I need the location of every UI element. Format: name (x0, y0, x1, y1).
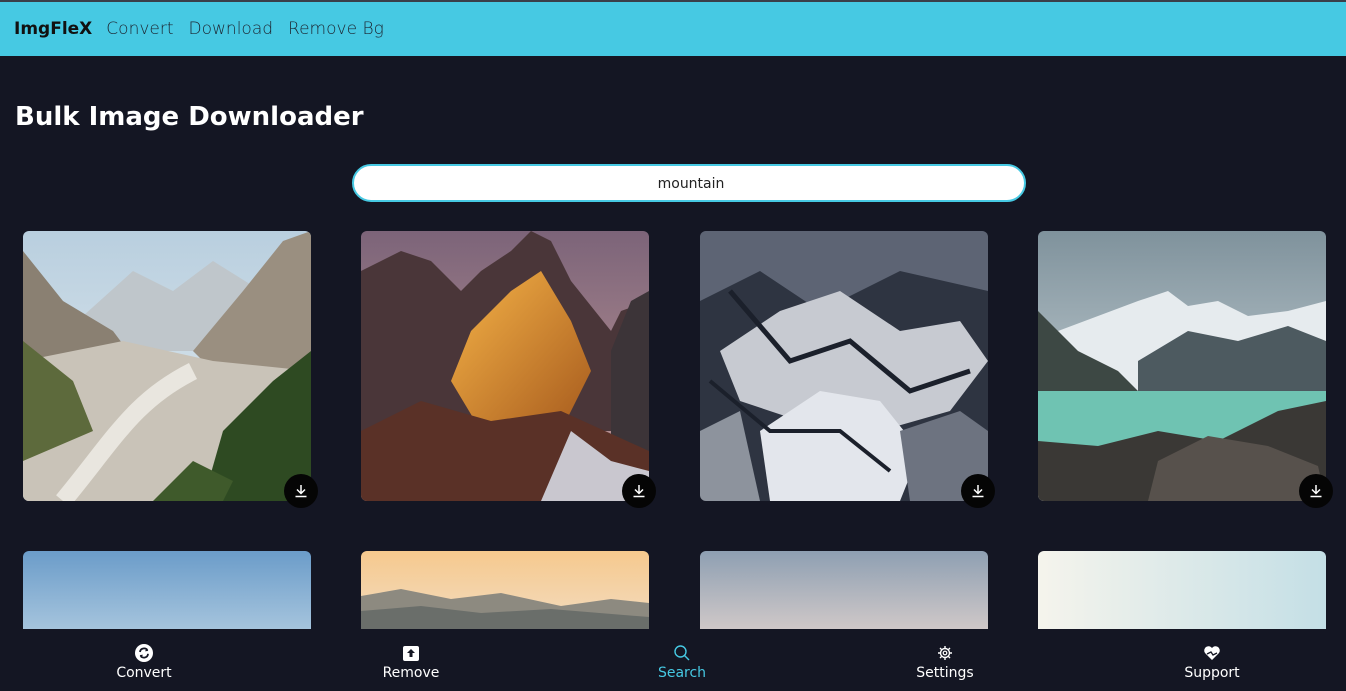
aerial-snow-image (700, 231, 988, 501)
torres-image (361, 231, 649, 501)
bottom-tab-label: Remove (382, 665, 440, 681)
bottom-navigation: Convert Remove Search Settings Support (0, 629, 1346, 691)
bottom-tab-label: Search (657, 665, 707, 681)
image-card-lake[interactable] (1038, 231, 1326, 501)
image-card-sunset-hills[interactable] (361, 551, 649, 629)
download-button-3[interactable] (961, 474, 995, 508)
upload-box-icon (401, 643, 421, 663)
bottom-tab-convert[interactable]: Convert (64, 629, 224, 691)
bottom-tab-settings[interactable]: Settings (865, 629, 1025, 691)
image-card-aerial-snow[interactable] (700, 231, 988, 501)
download-button-4[interactable] (1299, 474, 1333, 508)
nav-link-convert[interactable]: Convert (106, 19, 173, 39)
download-icon (633, 485, 645, 498)
brand-logo[interactable]: ImgFleX (14, 19, 92, 39)
gear-icon (935, 643, 955, 663)
bright-sky-image (1038, 551, 1326, 629)
search-input[interactable] (354, 166, 1028, 202)
nav-link-remove-bg[interactable]: Remove Bg (288, 19, 384, 39)
search-icon (672, 643, 692, 663)
image-card-bright-sky[interactable] (1038, 551, 1326, 629)
bottom-tab-support[interactable]: Support (1132, 629, 1292, 691)
heart-hands-icon (1202, 643, 1222, 663)
bottom-tab-search[interactable]: Search (602, 629, 762, 691)
top-navbar: ImgFleX Convert Download Remove Bg (0, 0, 1346, 56)
image-card-valley[interactable] (23, 231, 311, 501)
sunset-hills-image (361, 551, 649, 629)
image-card-haze[interactable] (700, 551, 988, 629)
bottom-tab-label: Convert (116, 665, 172, 681)
download-icon (295, 485, 307, 498)
convert-icon (134, 643, 154, 663)
bottom-tab-label: Support (1184, 665, 1240, 681)
download-button-2[interactable] (622, 474, 656, 508)
bottom-tab-remove[interactable]: Remove (331, 629, 491, 691)
search-box (352, 164, 1028, 202)
blue-sky-image (23, 551, 311, 629)
image-card-torres[interactable] (361, 231, 649, 501)
download-button-1[interactable] (284, 474, 318, 508)
image-card-blue-sky[interactable] (23, 551, 311, 629)
nav-link-download[interactable]: Download (189, 19, 274, 39)
haze-image (700, 551, 988, 629)
valley-image (23, 231, 311, 501)
bottom-tab-label: Settings (916, 665, 974, 681)
lake-image (1038, 231, 1326, 501)
download-icon (972, 485, 984, 498)
download-icon (1310, 485, 1322, 498)
page-title: Bulk Image Downloader (15, 102, 364, 132)
